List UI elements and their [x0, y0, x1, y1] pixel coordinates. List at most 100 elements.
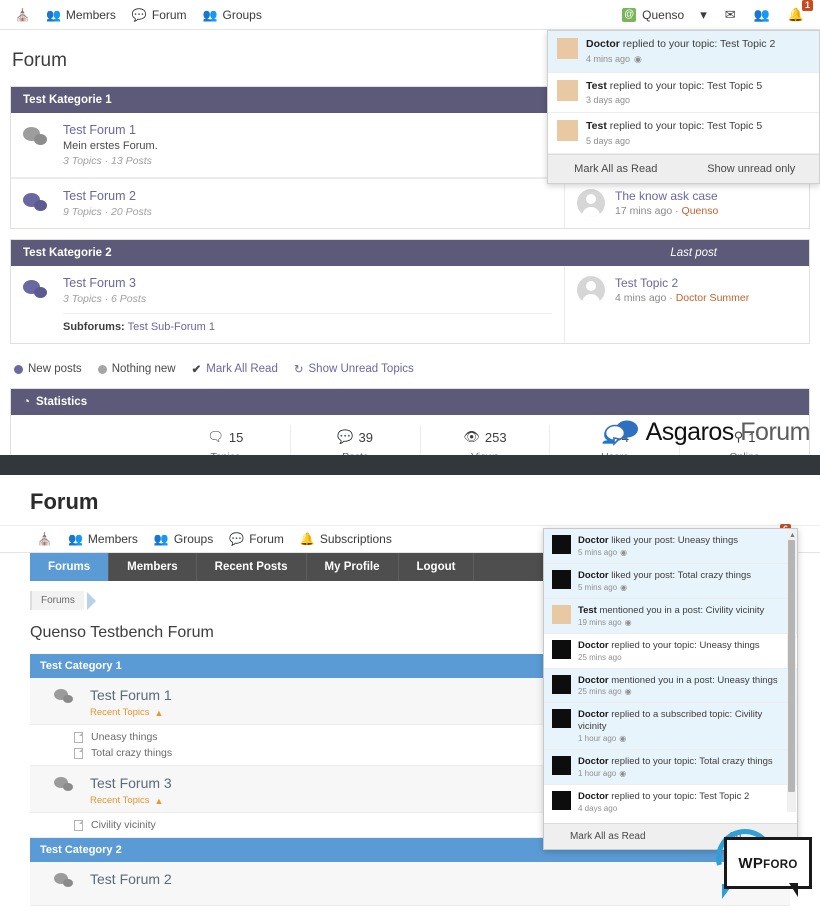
stat-views-value: 253: [484, 429, 507, 445]
topics-icon: 🗨: [207, 429, 224, 444]
admin-bar-item-groups[interactable]: 👥 Groups: [147, 528, 220, 550]
tab-logout[interactable]: Logout: [399, 553, 475, 581]
notification-text: Doctor replied to your topic: Test Topic…: [586, 38, 775, 52]
forum-category: Test Kategorie 2 Last post Test Forum 3 …: [10, 239, 810, 344]
notification-item[interactable]: Doctor replied to your topic: Uneasy thi…: [544, 634, 797, 669]
scrollbar-thumb[interactable]: [788, 540, 795, 792]
notifications-dropdown[interactable]: Doctor replied to your topic: Test Topic…: [547, 30, 820, 184]
notification-user: Doctor: [578, 791, 609, 802]
admin-bar-item-members[interactable]: 👥 Members: [61, 528, 145, 550]
scrollbar[interactable]: ▲: [787, 530, 796, 812]
notification-time: 25 mins ago: [578, 652, 622, 662]
tab-my-profile[interactable]: My Profile: [307, 553, 399, 581]
asgaros-bubbles-icon: [604, 420, 638, 446]
notification-text: Doctor liked your post: Total crazy thin…: [578, 570, 751, 582]
wordpress-home-item[interactable]: ⛪: [8, 4, 37, 26]
topic-link[interactable]: Total crazy things: [91, 747, 172, 759]
forum-link[interactable]: Test Forum 3: [90, 775, 172, 791]
notifications-dropdown[interactable]: Doctor liked your post: Uneasy things 5 …: [543, 528, 798, 850]
scroll-up-arrow-icon[interactable]: ▲: [789, 532, 796, 539]
mark-all-read-link[interactable]: Mark All Read: [206, 363, 278, 375]
mark-all-as-read-button[interactable]: Mark All as Read: [548, 155, 684, 183]
admin-bar-item-groups-label: Groups: [173, 532, 214, 546]
notification-user: Test: [586, 120, 607, 133]
wordpress-home-item[interactable]: ⛪: [30, 528, 59, 550]
avatar: [557, 38, 578, 59]
mail-icon[interactable]: ✉: [717, 3, 744, 27]
notification-item[interactable]: Doctor replied to your topic: Test Topic…: [544, 785, 797, 813]
notification-item[interactable]: Test replied to your topic: Test Topic 5…: [548, 73, 819, 114]
notification-item[interactable]: Doctor replied to your topic: Test Topic…: [548, 31, 819, 73]
notification-item[interactable]: Doctor liked your post: Uneasy things 5 …: [544, 529, 797, 564]
avatar: [552, 756, 571, 776]
tab-forums[interactable]: Forums: [30, 553, 110, 581]
recent-topics-toggle[interactable]: Recent Topics ▲: [90, 707, 172, 718]
notification-item[interactable]: Doctor mentioned you in a post: Uneasy t…: [544, 668, 797, 704]
wpforo-logo: WPFORO: [705, 818, 812, 901]
show-unread-only-button[interactable]: Show unread only: [684, 155, 820, 183]
notification-text: Doctor replied to your topic: Total craz…: [578, 756, 773, 768]
notification-text: Test replied to your topic: Test Topic 5: [586, 80, 762, 94]
admin-bar-item-members[interactable]: 👥 Members: [39, 4, 123, 26]
show-unread-link[interactable]: Show Unread Topics: [309, 363, 414, 375]
mark-all-read-action[interactable]: ✔ Mark All Read: [192, 362, 278, 376]
forum-link[interactable]: Test Forum 2: [63, 189, 152, 203]
notifications-footer: Mark All as Read Show unread only: [548, 153, 820, 183]
show-unread-action[interactable]: ↻ Show Unread Topics: [294, 362, 414, 376]
notifications-icon[interactable]: 🔔 1: [780, 0, 813, 27]
topic-link[interactable]: Civility vicinity: [91, 819, 156, 831]
eye-icon[interactable]: ◉: [634, 54, 642, 65]
admin-bar-item-forum[interactable]: 💬 Forum: [222, 528, 291, 550]
last-post-link[interactable]: The know ask case: [615, 189, 718, 203]
notification-time-row: 1 hour ago ◉: [578, 734, 785, 743]
asgaros-logo: Asgaros Forum: [604, 418, 810, 447]
eye-icon[interactable]: ◉: [620, 583, 627, 592]
notification-time-row: 4 mins ago ◉: [586, 54, 775, 65]
eye-icon[interactable]: ◉: [625, 687, 632, 696]
tab-recent-posts[interactable]: Recent Posts: [197, 553, 307, 581]
friends-icon[interactable]: 👥: [746, 3, 778, 27]
notification-item[interactable]: Test replied to your topic: Test Topic 5…: [548, 113, 819, 154]
forum-link[interactable]: Test Forum 3: [63, 276, 552, 290]
breadcrumb-item-forums[interactable]: Forums: [30, 591, 84, 610]
category-title: Test Kategorie 1: [23, 94, 112, 106]
notification-time-row: 25 mins ago: [578, 653, 760, 662]
admin-bar-item-subscriptions[interactable]: 🔔 Subscriptions: [293, 528, 399, 550]
eye-icon[interactable]: ◉: [620, 548, 627, 557]
eye-icon[interactable]: ◉: [625, 618, 632, 627]
notification-item[interactable]: Doctor liked your post: Total crazy thin…: [544, 563, 797, 599]
mark-all-as-read-button[interactable]: Mark All as Read: [544, 824, 672, 849]
forum-row-main: Test Forum 3 3 Topics · 6 Posts Subforum…: [11, 266, 564, 343]
admin-bar-item-groups[interactable]: 👥 Groups: [196, 4, 269, 26]
notification-action: liked your post: Uneasy things: [611, 535, 738, 546]
forum-link[interactable]: Test Forum 1: [63, 123, 158, 137]
eye-icon[interactable]: ◉: [619, 769, 626, 778]
forum-link[interactable]: Test Forum 2: [90, 871, 172, 887]
subforum-link[interactable]: Test Sub-Forum 1: [128, 321, 215, 333]
wordpress-home-icon: ⛪: [15, 7, 30, 22]
topic-link[interactable]: Uneasy things: [91, 731, 158, 743]
notification-text: Test mentioned you in a post: Civility v…: [578, 605, 764, 617]
notification-item[interactable]: Test mentioned you in a post: Civility v…: [544, 598, 797, 634]
notification-item[interactable]: Doctor replied to your topic: Total craz…: [544, 750, 797, 785]
chevron-down-icon[interactable]: ▾: [692, 3, 715, 27]
admin-bar-user[interactable]: Quenso: [616, 4, 690, 26]
admin-bar-item-forum[interactable]: 💬 Forum: [125, 4, 194, 26]
notification-item[interactable]: Doctor replied to a subscribed topic: Ci…: [544, 703, 797, 751]
notification-user: Test: [586, 79, 607, 92]
eye-icon[interactable]: ◉: [619, 734, 626, 743]
last-post-author[interactable]: Doctor Summer: [676, 292, 750, 304]
last-post-author[interactable]: Quenso: [682, 205, 719, 217]
recent-topics-toggle[interactable]: Recent Topics ▲: [90, 795, 172, 806]
notification-time: 4 mins ago: [586, 54, 631, 65]
statistics-header: ◔ Statistics: [11, 389, 809, 415]
notification-action: replied to your topic: Test Topic 2: [611, 791, 750, 802]
last-post-link[interactable]: Test Topic 2: [615, 276, 749, 290]
tab-members[interactable]: Members: [109, 553, 197, 581]
avatar: [552, 674, 571, 694]
recent-topics-label: Recent Topics: [90, 795, 150, 806]
forum-link[interactable]: Test Forum 1: [90, 687, 172, 703]
notification-time-row: 25 mins ago ◉: [578, 687, 778, 696]
asgaros-logo-name: Asgaros: [645, 418, 735, 446]
stat-posts: 💬 39 Posts: [291, 425, 421, 455]
